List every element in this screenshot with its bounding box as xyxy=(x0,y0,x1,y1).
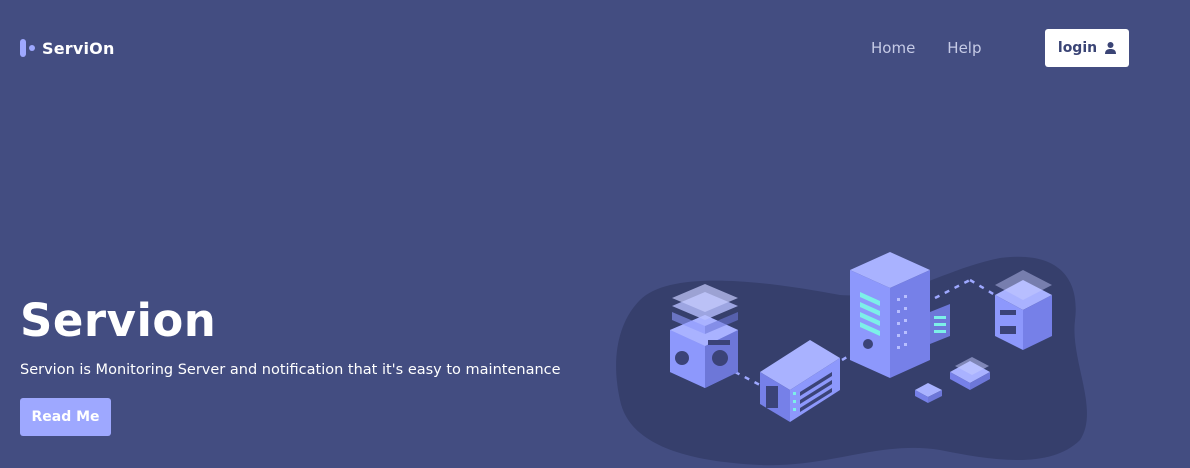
server-network-illustration xyxy=(616,252,1087,466)
brand-name: ServiOn xyxy=(42,38,115,58)
right-server xyxy=(995,270,1052,350)
user-icon xyxy=(1105,42,1117,54)
main-nav: Home Help xyxy=(871,38,982,58)
hero-subtitle: Servion is Monitoring Server and notific… xyxy=(20,362,561,378)
login-button[interactable]: login xyxy=(1045,29,1129,67)
servion-logo-icon xyxy=(20,38,38,58)
hero-title: Servion xyxy=(20,294,217,347)
nav-help-link[interactable]: Help xyxy=(947,38,981,58)
read-me-button[interactable]: Read Me xyxy=(20,398,111,436)
login-label: login xyxy=(1057,40,1098,56)
nav-home-link[interactable]: Home xyxy=(871,38,915,58)
brand-logo[interactable]: ServiOn xyxy=(20,38,115,58)
left-server xyxy=(670,284,738,388)
